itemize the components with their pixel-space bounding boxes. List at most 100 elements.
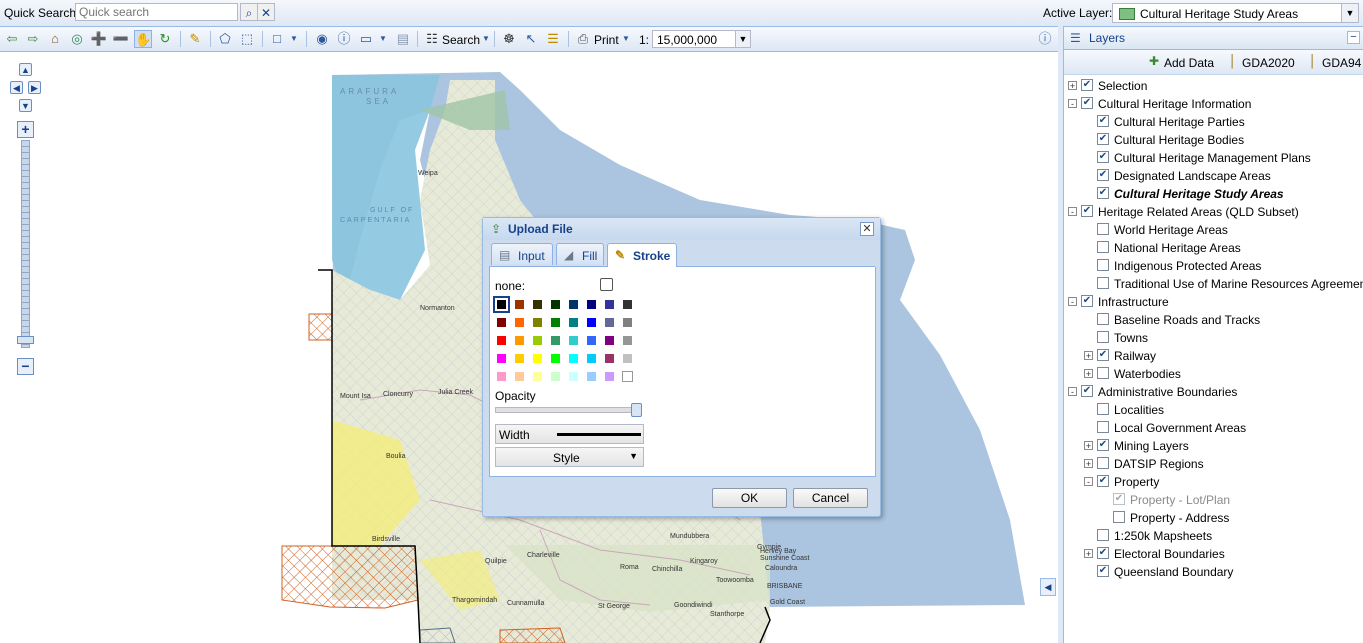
color-swatch[interactable] [586,353,597,364]
color-swatch[interactable] [586,299,597,310]
layer-tree-row[interactable]: + DATSIP Regions [1064,456,1363,473]
color-swatch[interactable] [532,335,543,346]
color-swatch[interactable] [496,335,507,346]
layer-tree-row[interactable]: - ✔ Administrative Boundaries [1064,384,1363,401]
color-swatch[interactable] [622,353,633,364]
expand-icon[interactable]: + [1084,459,1093,469]
layer-checkbox[interactable] [1097,259,1109,271]
layer-checkbox[interactable]: ✔ [1081,385,1093,397]
full-extent-icon[interactable]: ◎ [68,30,86,48]
layer-label[interactable]: Cultural Heritage Bodies [1114,133,1244,147]
layer-checkbox[interactable]: ✔ [1081,205,1093,217]
layer-tree-row[interactable]: Property - Address [1064,510,1363,527]
color-swatch[interactable] [514,299,525,310]
tab-input[interactable]: ▤ Input [491,243,553,265]
zoom-in-button[interactable]: + [17,121,34,138]
refresh-icon[interactable]: ↻ [156,30,174,48]
layer-checkbox[interactable]: ✔ [1097,349,1109,361]
color-swatch[interactable] [586,335,597,346]
layer-tree-row[interactable]: World Heritage Areas [1064,222,1363,239]
color-swatch[interactable] [550,299,561,310]
layer-label[interactable]: Cultural Heritage Parties [1114,115,1245,129]
chevron-down-icon[interactable]: ▼ [477,30,495,48]
select-cursor-icon[interactable]: ↖ [522,30,540,48]
layer-label[interactable]: Railway [1114,349,1156,363]
layer-label[interactable]: Queensland Boundary [1114,565,1233,579]
none-checkbox[interactable] [600,278,613,291]
layer-tree-row[interactable]: ✔ Designated Landscape Areas [1064,168,1363,185]
layer-checkbox[interactable] [1097,277,1109,289]
layer-tree-row[interactable]: Towns [1064,330,1363,347]
color-swatch[interactable] [604,299,615,310]
color-swatch[interactable] [550,353,561,364]
layer-label[interactable]: Property [1114,475,1159,489]
opacity-slider-thumb[interactable] [630,403,642,417]
collapse-icon[interactable]: - [1068,99,1077,109]
layer-checkbox[interactable]: ✔ [1097,547,1109,559]
color-swatch[interactable] [568,371,579,382]
pan-left-button[interactable]: ◀ [10,81,23,94]
layer-tree-row[interactable]: - ✔ Heritage Related Areas (QLD Subset) [1064,204,1363,221]
tab-fill[interactable]: ◢ Fill [556,243,604,265]
color-swatch[interactable] [532,299,543,310]
minimize-icon[interactable]: − [1347,31,1360,44]
table-icon[interactable]: ▤ [394,30,412,48]
layer-label[interactable]: Cultural Heritage Information [1098,97,1251,111]
pan-hand-icon[interactable]: ✋ [134,30,152,48]
color-swatch[interactable] [604,317,615,328]
pan-right-button[interactable]: ▶ [28,81,41,94]
expand-icon[interactable]: + [1068,81,1077,91]
expand-icon[interactable]: + [1084,549,1093,559]
layer-label[interactable]: DATSIP Regions [1114,457,1204,471]
chevron-down-icon[interactable]: ▼ [374,30,392,48]
collapse-icon[interactable]: - [1068,297,1077,307]
tab-stroke[interactable]: ✎ Stroke [607,243,677,267]
measure-icon[interactable]: ☸ [500,30,518,48]
layer-tree-row[interactable]: Baseline Roads and Tracks [1064,312,1363,329]
help-icon[interactable]: ⓘ [1036,30,1054,48]
color-swatch[interactable] [568,317,579,328]
zoom-in-icon[interactable]: ➕ [90,30,108,48]
layer-label[interactable]: World Heritage Areas [1114,223,1228,237]
layer-label[interactable]: Baseline Roads and Tracks [1114,313,1260,327]
draw-rectangle-icon[interactable]: □ [268,30,286,48]
zoom-out-button[interactable]: − [17,358,34,375]
layer-label[interactable]: Designated Landscape Areas [1114,169,1271,183]
forward-arrow-icon[interactable]: ⇨ [24,30,42,48]
layer-tree-row[interactable]: + ✔ Railway [1064,348,1363,365]
layer-label[interactable]: Indigenous Protected Areas [1114,259,1261,273]
layer-label[interactable]: Administrative Boundaries [1098,385,1237,399]
color-swatch[interactable] [550,317,561,328]
close-icon[interactable]: ✕ [860,222,874,236]
layer-tree-row[interactable]: National Heritage Areas [1064,240,1363,257]
color-swatch[interactable] [493,296,510,313]
layer-tree-row[interactable]: ✔ Cultural Heritage Bodies [1064,132,1363,149]
layer-checkbox[interactable]: ✔ [1081,97,1093,109]
layer-tree-row[interactable]: 1:250k Mapsheets [1064,528,1363,545]
layer-checkbox[interactable]: ✔ [1097,169,1109,181]
layer-label[interactable]: Electoral Boundaries [1114,547,1225,561]
ok-button[interactable]: OK [712,488,787,508]
layer-checkbox[interactable] [1097,457,1109,469]
gda2020-button[interactable]: GDA2020 [1242,56,1295,70]
layer-label[interactable]: Infrastructure [1098,295,1169,309]
layer-checkbox[interactable]: ✔ [1081,295,1093,307]
layer-label[interactable]: Property - Address [1130,511,1229,525]
expand-icon[interactable]: + [1084,351,1093,361]
pan-up-button[interactable]: ▲ [19,63,32,76]
layer-tree-row[interactable]: ✔ Queensland Boundary [1064,564,1363,581]
layer-checkbox[interactable] [1097,403,1109,415]
layer-label[interactable]: Local Government Areas [1114,421,1246,435]
layer-label[interactable]: 1:250k Mapsheets [1114,529,1212,543]
search-icon[interactable]: ⌕ [240,3,258,21]
layer-checkbox[interactable]: ✔ [1097,151,1109,163]
layer-tree-row[interactable]: - ✔ Infrastructure [1064,294,1363,311]
layer-tree-row[interactable]: + Waterbodies [1064,366,1363,383]
layer-checkbox[interactable]: ✔ [1097,187,1109,199]
pencil-icon[interactable]: ✎ [186,30,204,48]
layer-label[interactable]: Localities [1114,403,1164,417]
zoom-slider-thumb[interactable] [17,336,34,344]
pan-down-button[interactable]: ▼ [19,99,32,112]
color-swatch[interactable] [514,335,525,346]
layer-label[interactable]: Property - Lot/Plan [1130,493,1230,507]
